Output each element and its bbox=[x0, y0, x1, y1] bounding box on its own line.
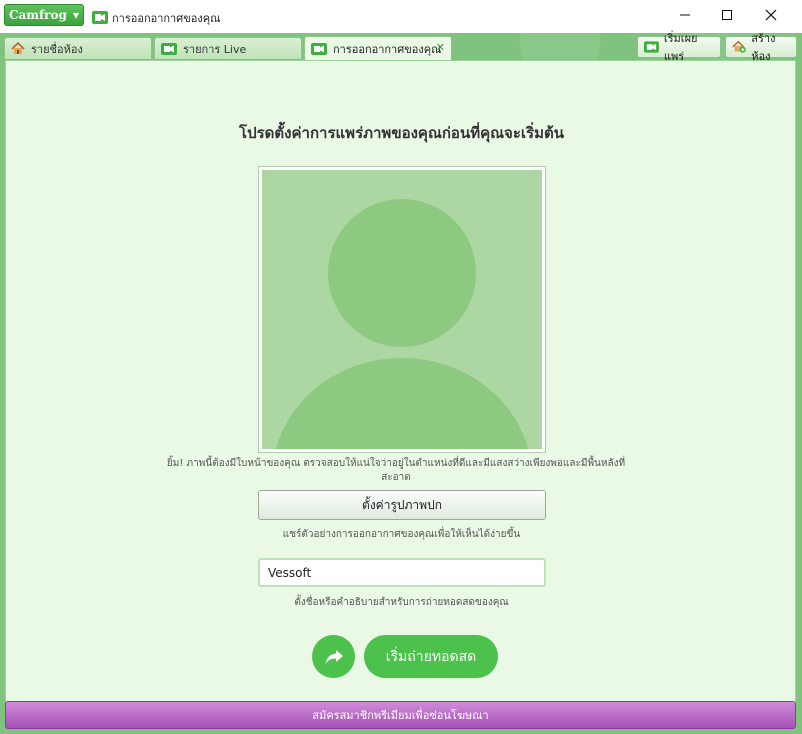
minimize-button[interactable] bbox=[662, 0, 708, 30]
camfrog-menu-button[interactable]: Camfrog ▼ bbox=[4, 4, 84, 26]
camera-icon bbox=[92, 9, 108, 28]
maximize-button[interactable] bbox=[704, 0, 750, 30]
camera-icon bbox=[644, 41, 659, 53]
tab-close-icon[interactable]: ✕ bbox=[436, 41, 445, 54]
tab-label: รายชื่อห้อง bbox=[31, 42, 83, 56]
share-hint: แชร์ตัวอย่างการออกอากาศของคุณเพื่อให้เห็… bbox=[282, 529, 521, 540]
go-live-label: เริ่มถ่ายทอดสด bbox=[385, 648, 477, 665]
premium-promo-label: สมัครสมาชิกพรีเมียมเพื่อซ่อนโฆษณา bbox=[312, 709, 489, 722]
broadcast-name-hint: ตั้งชื่อหรือคำอธิบายสำหรับการถ่ายทอดสดขอ… bbox=[294, 597, 509, 608]
tab-label: รายการ Live bbox=[183, 42, 247, 56]
broadcast-setup-panel: โปรดตั้งค่าการแพร่ภาพของคุณก่อนที่คุณจะเ… bbox=[5, 60, 796, 724]
tab-your-broadcast[interactable]: การออกอากาศของคุณ ✕ bbox=[304, 36, 452, 60]
share-button[interactable] bbox=[312, 635, 355, 678]
tab-label: การออกอากาศของคุณ bbox=[333, 42, 442, 56]
close-icon bbox=[765, 9, 777, 21]
avatar-placeholder-icon bbox=[275, 199, 529, 449]
premium-promo-button[interactable]: สมัครสมาชิกพรีเมียมเพื่อซ่อนโฆษณา bbox=[5, 701, 796, 729]
camera-icon bbox=[311, 42, 327, 55]
set-cover-image-button[interactable]: ตั้งค่ารูปภาพปก bbox=[258, 490, 546, 520]
home-icon bbox=[11, 42, 25, 54]
go-live-button[interactable]: เริ่มถ่ายทอดสด bbox=[364, 635, 498, 678]
create-room-button[interactable]: สร้างห้อง bbox=[725, 32, 797, 63]
broadcast-name-input[interactable] bbox=[258, 558, 546, 587]
photo-hint-line-2: สะอาด bbox=[381, 472, 411, 483]
photo-hint: ยิ้ม! ภาพนี้ต้องมีใบหน้าของคุณ ตรวจสอบให… bbox=[146, 457, 646, 485]
main-frame: รายชื่อห้อง รายการ Live การออกอากาศของคุ… bbox=[0, 32, 802, 734]
tab-room-list[interactable]: รายชื่อห้อง bbox=[4, 37, 152, 59]
start-broadcast-button[interactable]: เริ่มเผยแพร่ bbox=[637, 32, 721, 63]
photo-hint-line-1: ยิ้ม! ภาพนี้ต้องมีใบหน้าของคุณ ตรวจสอบให… bbox=[166, 458, 626, 469]
set-cover-image-label: ตั้งค่ารูปภาพปก bbox=[362, 497, 442, 512]
chevron-down-icon: ▼ bbox=[72, 10, 80, 20]
maximize-icon bbox=[722, 10, 732, 20]
close-button[interactable] bbox=[748, 0, 794, 30]
tab-live-list[interactable]: รายการ Live bbox=[154, 37, 302, 59]
share-arrow-icon bbox=[325, 649, 343, 664]
avatar-preview bbox=[258, 166, 546, 453]
minimize-icon bbox=[680, 14, 690, 16]
brand-label: Camfrog bbox=[8, 8, 67, 22]
page-title: โปรดตั้งค่าการแพร่ภาพของคุณก่อนที่คุณจะเ… bbox=[239, 124, 564, 142]
add-room-icon bbox=[732, 40, 746, 53]
camera-icon bbox=[161, 42, 177, 55]
window-title: การออกอากาศของคุณ bbox=[112, 12, 221, 25]
